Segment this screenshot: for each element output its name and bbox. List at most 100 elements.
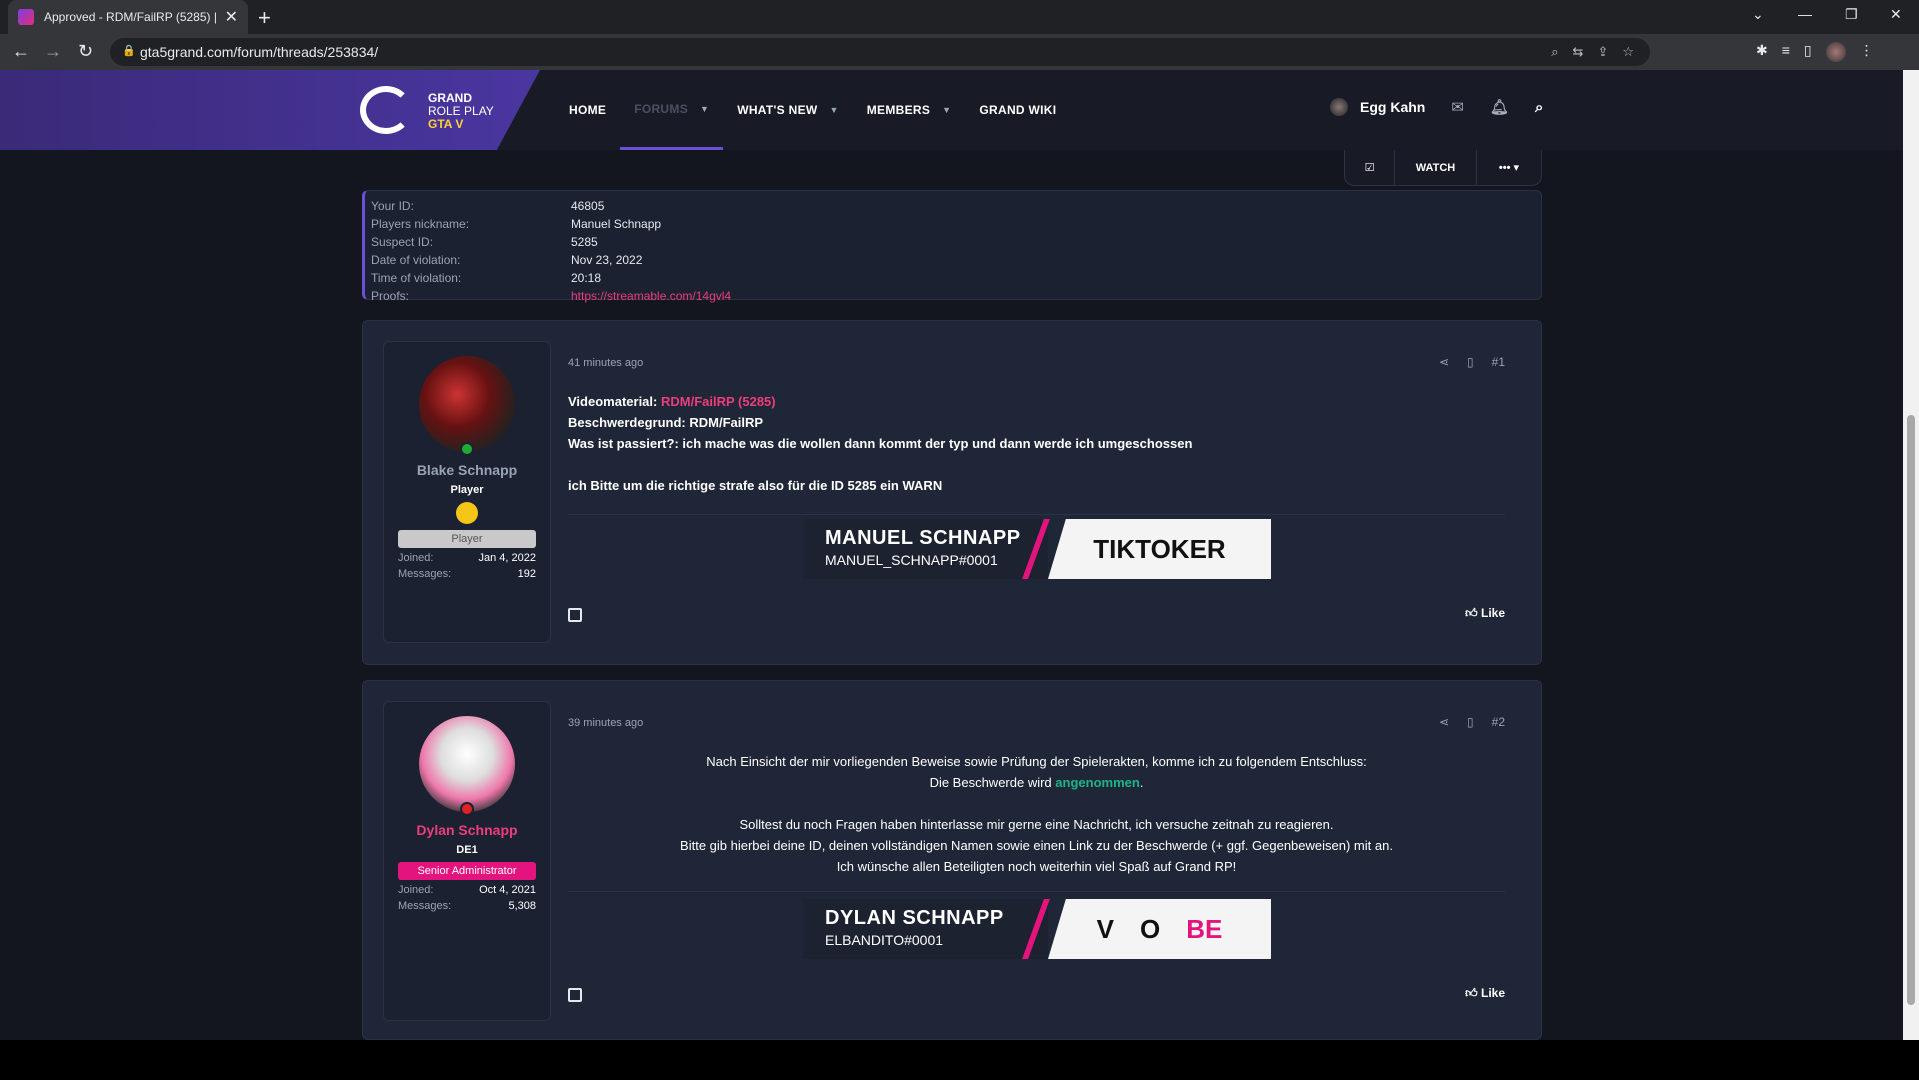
proof-link[interactable]: https://streamable.com/14gvl4 xyxy=(571,287,731,305)
page-scrollbar[interactable] xyxy=(1903,70,1919,1040)
post-1: Blake Schnapp Player Player Joined: Jan 4… xyxy=(362,320,1542,665)
user-badge: Senior Administrator xyxy=(398,862,536,880)
like-button[interactable]: 👍︎ Like xyxy=(1465,606,1505,621)
reading-list-icon[interactable]: ≡ xyxy=(1782,42,1790,62)
chevron-down-icon[interactable]: ▼ xyxy=(700,104,709,114)
info-row: Time of violation: 20:18 xyxy=(371,271,602,285)
avatar[interactable] xyxy=(419,716,515,816)
watch-button[interactable]: WATCH xyxy=(1395,149,1477,186)
page-viewport: GRAND ROLE PLAY GTA V HOME FORUMS ▼ WHAT'… xyxy=(0,70,1903,1040)
user-cell: Blake Schnapp Player Player Joined: Jan 4… xyxy=(383,341,551,643)
nav-grand-wiki[interactable]: GRAND WIKI xyxy=(965,70,1070,150)
username-link[interactable]: Egg Kahn xyxy=(1360,99,1425,115)
status-icon xyxy=(460,802,474,816)
user-title: Player xyxy=(450,484,484,496)
menu-icon[interactable]: ⋮ xyxy=(1860,42,1874,62)
bookmark-star-icon[interactable]: ☆ xyxy=(1622,44,1634,60)
avatar[interactable] xyxy=(419,356,515,456)
share-icon[interactable]: ⋖ xyxy=(1439,715,1449,729)
thread-actions: ☑ WATCH ••• ▾ xyxy=(1344,149,1542,186)
messages-stat: Messages: 192 xyxy=(398,568,536,580)
lock-icon: 🔒 xyxy=(122,45,136,57)
select-checkbox[interactable] xyxy=(568,608,582,622)
messages-stat: Messages: 5,308 xyxy=(398,900,536,912)
joined-stat: Joined: Jan 4, 2022 xyxy=(398,552,536,564)
reload-icon[interactable]: ↻ xyxy=(78,41,93,62)
checkbox-icon[interactable]: ☑ xyxy=(1345,149,1395,186)
info-row: Your ID: 46805 xyxy=(371,199,605,213)
post-number[interactable]: #1 xyxy=(1492,355,1505,369)
scrollbar-thumb[interactable] xyxy=(1907,415,1915,1005)
address-bar: ← → ↻ 🔒 gta5grand.com/forum/threads/2538… xyxy=(0,34,1919,70)
more-options-button[interactable]: ••• ▾ xyxy=(1477,161,1541,174)
back-icon[interactable]: ← xyxy=(12,41,30,62)
url-input[interactable]: 🔒 gta5grand.com/forum/threads/253834/ ⌕ … xyxy=(110,38,1650,66)
new-tab-button[interactable]: + xyxy=(258,5,271,31)
user-title: DE1 xyxy=(456,844,478,856)
browser-tab[interactable]: Approved - RDM/FailRP (5285) | ... ✕ xyxy=(8,0,248,34)
zoom-icon[interactable]: ⌕ xyxy=(1551,44,1558,60)
site-header: GRAND ROLE PLAY GTA V HOME FORUMS ▼ WHAT'… xyxy=(0,70,1903,150)
chevron-down-icon[interactable]: ▼ xyxy=(830,105,839,115)
bookmark-icon[interactable]: ▯ xyxy=(1467,715,1474,729)
close-tab-icon[interactable]: ✕ xyxy=(225,7,238,27)
minimize-icon[interactable]: — xyxy=(1798,6,1812,22)
username[interactable]: Dylan Schnapp xyxy=(384,822,550,838)
search-icon[interactable]: ⌕ xyxy=(1535,99,1543,116)
signature-divider xyxy=(568,514,1505,515)
profile-avatar[interactable] xyxy=(1825,42,1846,62)
taskbar-area xyxy=(0,1040,1919,1080)
online-icon xyxy=(460,442,474,456)
post-body: Videomaterial: RDM/FailRP (5285) Beschwe… xyxy=(568,394,1193,493)
close-window-icon[interactable]: ✕ xyxy=(1890,6,1902,23)
post-time[interactable]: 41 minutes ago xyxy=(568,357,643,369)
main-nav: HOME FORUMS ▼ WHAT'S NEW ▼ MEMBERS ▼ GRAND … xyxy=(555,70,1070,150)
inbox-icon[interactable]: ✉ xyxy=(1451,98,1464,116)
post-body: Nach Einsicht der mir vorliegenden Bewei… xyxy=(680,754,1393,874)
smiley-icon xyxy=(456,502,478,524)
signature-banner: MANUEL SCHNAPP MANUEL_SCHNAPP#0001 TIKTOK… xyxy=(803,519,1271,579)
info-row: Date of violation: Nov 23, 2022 xyxy=(371,253,643,267)
signature-divider xyxy=(568,891,1505,892)
username[interactable]: Blake Schnapp xyxy=(384,462,550,478)
brand-text: GRAND ROLE PLAY GTA V xyxy=(428,92,494,131)
brand-line3: GTA V xyxy=(428,117,464,131)
forward-icon[interactable]: → xyxy=(44,41,62,62)
url-text: gta5grand.com/forum/threads/253834/ xyxy=(140,44,379,60)
bookmark-icon[interactable]: ▯ xyxy=(1467,355,1474,369)
site-favicon-icon xyxy=(18,9,34,25)
joined-stat: Joined: Oct 4, 2021 xyxy=(398,884,536,896)
post-2: Dylan Schnapp DE1 Senior Administrator J… xyxy=(362,680,1542,1040)
chevron-down-icon[interactable]: ▼ xyxy=(942,105,951,115)
nav-forums[interactable]: FORUMS ▼ xyxy=(620,70,724,150)
post-time[interactable]: 39 minutes ago xyxy=(568,717,643,729)
info-row: Suspect ID: 5285 xyxy=(371,235,598,249)
browser-tabbar: Approved - RDM/FailRP (5285) | ... ✕ + ⌄… xyxy=(0,0,1919,34)
video-link[interactable]: RDM/FailRP (5285) xyxy=(661,394,776,409)
restore-icon[interactable]: ❐ xyxy=(1845,6,1858,23)
nav-whats-new[interactable]: WHAT'S NEW ▼ xyxy=(723,70,853,150)
nav-members[interactable]: MEMBERS ▼ xyxy=(853,70,966,150)
complaint-info: Your ID: 46805 Players nickname: Manuel Sc… xyxy=(362,190,1542,303)
like-button[interactable]: 👍︎ Like xyxy=(1465,986,1505,1001)
translate-icon[interactable]: ⇆ xyxy=(1573,44,1584,60)
info-row: Proofs: https://streamable.com/14gvl4 xyxy=(371,287,732,305)
bell-icon[interactable]: 🔔︎ xyxy=(1490,98,1509,116)
nav-home[interactable]: HOME xyxy=(555,70,620,150)
side-panel-icon[interactable]: ▯ xyxy=(1804,42,1812,62)
select-checkbox[interactable] xyxy=(568,988,582,1002)
share-icon[interactable]: ⋖ xyxy=(1439,355,1449,369)
user-area: Egg Kahn ✉ 🔔︎ ⌕ xyxy=(1330,98,1543,116)
tab-title: Approved - RDM/FailRP (5285) | ... xyxy=(44,10,219,24)
user-avatar[interactable] xyxy=(1330,98,1348,116)
tab-search-icon[interactable]: ⌄ xyxy=(1752,6,1764,23)
post-number[interactable]: #2 xyxy=(1492,715,1505,729)
info-row: Players nickname: Manuel Schnapp xyxy=(371,217,662,231)
user-cell: Dylan Schnapp DE1 Senior Administrator J… xyxy=(383,701,551,1021)
signature-banner: DYLAN SCHNAPP ELBANDITO#0001 V O BE xyxy=(803,899,1271,959)
extensions-icon[interactable]: ✱ xyxy=(1756,42,1768,62)
grand-logo-icon[interactable] xyxy=(360,86,412,134)
share-icon[interactable]: ⇪ xyxy=(1597,44,1608,60)
post-actions: ⋖ ▯ #1 xyxy=(1439,355,1505,369)
post-actions: ⋖ ▯ #2 xyxy=(1439,715,1505,729)
